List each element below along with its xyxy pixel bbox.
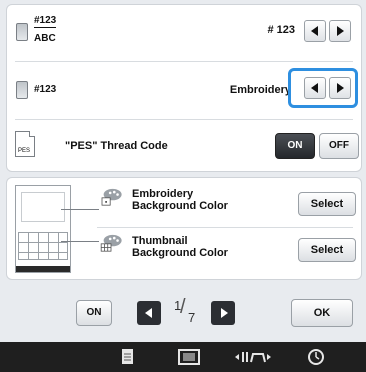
embroidery-background-palette-icon [101, 188, 122, 206]
thumbnail-bg-select-button[interactable]: Select [298, 238, 356, 262]
hoop-icon[interactable] [177, 347, 201, 367]
right-arrow-icon [337, 26, 344, 36]
thread-brand-label: #123 [34, 84, 57, 95]
thumbnail-grid [18, 232, 68, 260]
right-arrow-icon [337, 83, 344, 93]
thumbnail-bg-label: Thumbnail Background Color [132, 235, 228, 259]
pes-on-button[interactable]: ON [275, 133, 315, 159]
page-icon[interactable] [120, 347, 136, 367]
divider [15, 61, 353, 62]
on-button[interactable]: ON [76, 300, 112, 326]
brand-prev-button[interactable] [304, 77, 326, 99]
page-navigation-bar: ON 1 / 7 OK [6, 287, 362, 337]
page-slash: / [180, 296, 186, 318]
background-color-panel: Embroidery Background Color Select Thumb… [6, 177, 362, 280]
leader-line [61, 209, 99, 210]
embroidery-preview [21, 192, 65, 222]
page-next-button[interactable] [211, 301, 235, 325]
thread-number-label: #123 [34, 15, 57, 28]
thread-spool-icon [16, 23, 28, 41]
settings-panel: #123 ABC # 123 #123 Embroidery PES "PES"… [6, 4, 362, 172]
brand-value: Embroidery [229, 84, 291, 96]
display-value: # 123 [267, 24, 295, 36]
bottom-toolbar [0, 342, 366, 372]
divider [15, 119, 353, 120]
thread-spool-icon [16, 81, 28, 99]
brand-next-button[interactable] [329, 77, 351, 99]
pes-thread-code-label: "PES" Thread Code [65, 140, 168, 152]
needle-position-icon[interactable] [233, 347, 273, 367]
leader-line [61, 241, 99, 242]
page-prev-button[interactable] [137, 301, 161, 325]
clock-icon[interactable] [306, 347, 326, 367]
thumbnail-background-palette-icon [100, 234, 122, 252]
pes-file-icon: PES [15, 131, 35, 157]
embroidery-bg-label: Embroidery Background Color [132, 188, 228, 212]
right-arrow-icon [221, 308, 228, 318]
thumbnail-bar [16, 266, 70, 272]
page-indicator: 1 / 7 [168, 296, 204, 327]
display-next-button[interactable] [329, 20, 351, 42]
pes-thread-code-row: PES "PES" Thread Code ON OFF [7, 121, 361, 171]
pes-off-button[interactable]: OFF [319, 133, 359, 159]
left-arrow-icon [311, 26, 318, 36]
left-arrow-icon [311, 83, 318, 93]
embroidery-bg-select-button[interactable]: Select [298, 192, 356, 216]
thread-name-label: ABC [34, 33, 56, 44]
display-prev-button[interactable] [304, 20, 326, 42]
preview-thumbnail [15, 185, 71, 273]
page-total: 7 [188, 310, 196, 325]
thread-number-display-row: #123 ABC # 123 [7, 5, 361, 57]
thread-brand-row: #123 Embroidery [7, 63, 361, 117]
ok-button[interactable]: OK [291, 299, 353, 327]
divider [97, 227, 353, 228]
left-arrow-icon [145, 308, 152, 318]
